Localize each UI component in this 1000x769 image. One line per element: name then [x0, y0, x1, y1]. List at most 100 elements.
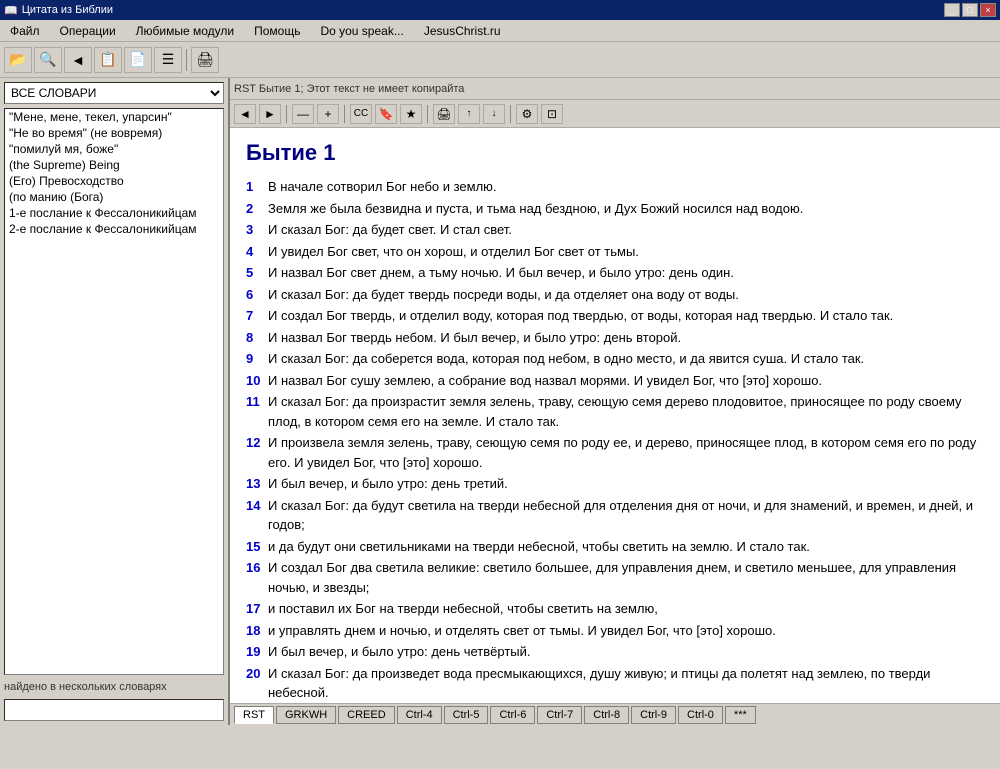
verse-row: 16И создал Бог два светила великие: свет…: [246, 558, 984, 597]
verse-number: 16: [246, 558, 264, 597]
nav-prev-button[interactable]: ◄: [234, 104, 256, 124]
verse-text: и управлять днем и ночью, и отделять све…: [268, 621, 776, 641]
verses-container: 1В начале сотворил Бог небо и землю.2Зем…: [246, 177, 984, 703]
nav-star-button[interactable]: ★: [400, 104, 422, 124]
nav-plus-button[interactable]: +: [317, 104, 339, 124]
menu-file[interactable]: Файл: [4, 22, 46, 40]
verse-number: 20: [246, 664, 264, 703]
bottom-tab----[interactable]: ***: [725, 706, 756, 724]
dictionary-list[interactable]: "Мене, мене, текел, упарсин""Не во время…: [4, 108, 224, 675]
verse-number: 7: [246, 306, 264, 326]
verse-row: 5И назвал Бог свет днем, а тьму ночью. И…: [246, 263, 984, 283]
right-panel: RST Бытие 1; Этот текст не имеет копирай…: [230, 78, 1000, 725]
bottom-tab-ctrl-7[interactable]: Ctrl-7: [537, 706, 582, 724]
nav-export-button[interactable]: ↑: [458, 104, 480, 124]
verse-text: и да будут они светильниками на тверди н…: [268, 537, 810, 557]
nav-next-button[interactable]: ►: [259, 104, 281, 124]
toolbar-search-button[interactable]: 🔍: [34, 47, 62, 73]
nav-separator-2: [344, 105, 345, 123]
verse-row: 17и поставил их Бог на тверди небесной, …: [246, 599, 984, 619]
verse-row: 14И сказал Бог: да будут светила на твер…: [246, 496, 984, 535]
verse-row: 4И увидел Бог свет, что он хорош, и отде…: [246, 242, 984, 262]
close-button[interactable]: ×: [980, 3, 996, 17]
list-item[interactable]: "помилуй мя, боже": [5, 141, 223, 157]
verse-number: 13: [246, 474, 264, 494]
address-text: RST Бытие 1; Этот текст не имеет копирай…: [234, 83, 464, 95]
toolbar-back-button[interactable]: ◄: [64, 47, 92, 73]
bottom-tab-creed[interactable]: CREED: [338, 706, 395, 724]
verse-row: 3И сказал Бог: да будет свет. И стал све…: [246, 220, 984, 240]
verse-number: 18: [246, 621, 264, 641]
nav-fullscreen-button[interactable]: ⊡: [541, 104, 563, 124]
nav-copy-button[interactable]: CC: [350, 104, 372, 124]
verse-row: 10И назвал Бог сушу землею, а собрание в…: [246, 371, 984, 391]
verse-text: И сказал Бог: да произведет вода пресмык…: [268, 664, 984, 703]
menu-jesuschrist[interactable]: JesusChrist.ru: [418, 22, 507, 40]
verse-row: 12И произвела земля зелень, траву, сеющу…: [246, 433, 984, 472]
nav-toolbar: ◄ ► — + CC 🔖 ★ 🖨 ↑ ↓ ⚙ ⊡: [230, 100, 1000, 128]
verse-number: 17: [246, 599, 264, 619]
nav-bookmark-button[interactable]: 🔖: [375, 104, 397, 124]
verse-text: И сказал Бог: да соберется вода, которая…: [268, 349, 864, 369]
verse-number: 10: [246, 371, 264, 391]
list-item[interactable]: (по манию (Бога): [5, 189, 223, 205]
bottom-tab-ctrl-0[interactable]: Ctrl-0: [678, 706, 723, 724]
nav-separator-3: [427, 105, 428, 123]
verse-text: и поставил их Бог на тверди небесной, чт…: [268, 599, 658, 619]
nav-settings-button[interactable]: ⚙: [516, 104, 538, 124]
bottom-tab-ctrl-5[interactable]: Ctrl-5: [444, 706, 489, 724]
nav-print-button[interactable]: 🖨: [433, 104, 455, 124]
verse-row: 7И создал Бог твердь, и отделил воду, ко…: [246, 306, 984, 326]
menu-speak[interactable]: Do you speak...: [314, 22, 409, 40]
list-item[interactable]: (Его) Превосходство: [5, 173, 223, 189]
list-item[interactable]: "Не во время" (не вовремя): [5, 125, 223, 141]
list-item[interactable]: "Мене, мене, текел, упарсин": [5, 109, 223, 125]
toolbar-list-button[interactable]: ☰: [154, 47, 182, 73]
title-bar-text: Цитата из Библии: [22, 4, 113, 16]
verse-row: 19И был вечер, и было утро: день четвёрт…: [246, 642, 984, 662]
verse-row: 1В начале сотворил Бог небо и землю.: [246, 177, 984, 197]
menu-favorites[interactable]: Любимые модули: [130, 22, 240, 40]
verse-number: 8: [246, 328, 264, 348]
bible-content: Бытие 1 1В начале сотворил Бог небо и зе…: [230, 128, 1000, 703]
verse-row: 15и да будут они светильниками на тверди…: [246, 537, 984, 557]
toolbar-copy-button[interactable]: 📋: [94, 47, 122, 73]
menu-operations[interactable]: Операции: [54, 22, 122, 40]
menu-help[interactable]: Помощь: [248, 22, 306, 40]
minimize-button[interactable]: _: [944, 3, 960, 17]
verse-row: 13И был вечер, и было утро: день третий.: [246, 474, 984, 494]
bottom-tab-ctrl-6[interactable]: Ctrl-6: [490, 706, 535, 724]
verse-row: 20И сказал Бог: да произведет вода пресм…: [246, 664, 984, 703]
verse-text: Земля же была безвидна и пуста, и тьма н…: [268, 199, 803, 219]
toolbar-print-button[interactable]: 🖨: [191, 47, 219, 73]
nav-minus-button[interactable]: —: [292, 104, 314, 124]
toolbar-paste-button[interactable]: 📄: [124, 47, 152, 73]
nav-separator-4: [510, 105, 511, 123]
nav-import-button[interactable]: ↓: [483, 104, 505, 124]
list-item[interactable]: 1-е послание к Фессалоникийцам: [5, 205, 223, 221]
bottom-tab-ctrl-4[interactable]: Ctrl-4: [397, 706, 442, 724]
dictionary-dropdown[interactable]: ВСЕ СЛОВАРИ: [4, 82, 224, 104]
bottom-tab-grkwh[interactable]: GRKWH: [276, 706, 336, 724]
toolbar-open-button[interactable]: 📂: [4, 47, 32, 73]
verse-row: 6И сказал Бог: да будет твердь посреди в…: [246, 285, 984, 305]
verse-text: И назвал Бог твердь небом. И был вечер, …: [268, 328, 681, 348]
verse-number: 9: [246, 349, 264, 369]
address-bar: RST Бытие 1; Этот текст не имеет копирай…: [230, 78, 1000, 100]
list-item[interactable]: 2-е послание к Фессалоникийцам: [5, 221, 223, 237]
bottom-tab-ctrl-8[interactable]: Ctrl-8: [584, 706, 629, 724]
bottom-tab-ctrl-9[interactable]: Ctrl-9: [631, 706, 676, 724]
verse-text: И произвела земля зелень, траву, сеющую …: [268, 433, 984, 472]
title-bar: 📖 Цитата из Библии _ □ ×: [0, 0, 1000, 20]
verse-text: В начале сотворил Бог небо и землю.: [268, 177, 497, 197]
list-item[interactable]: (the Supreme) Being: [5, 157, 223, 173]
verse-number: 12: [246, 433, 264, 472]
maximize-button[interactable]: □: [962, 3, 978, 17]
title-bar-buttons: _ □ ×: [944, 3, 996, 17]
verse-number: 3: [246, 220, 264, 240]
verse-text: И сказал Бог: да будет твердь посреди во…: [268, 285, 739, 305]
search-input[interactable]: [4, 699, 224, 721]
bottom-tab-rst[interactable]: RST: [234, 706, 274, 724]
verse-number: 2: [246, 199, 264, 219]
verse-row: 8И назвал Бог твердь небом. И был вечер,…: [246, 328, 984, 348]
